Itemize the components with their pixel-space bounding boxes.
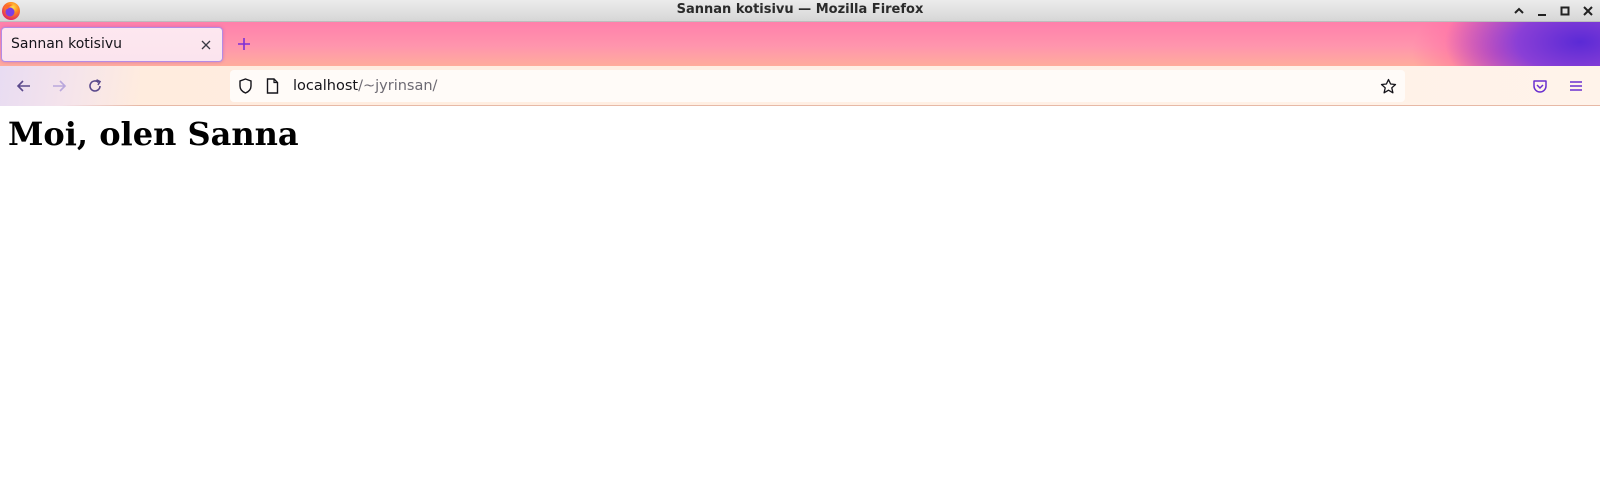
tab-sannan-kotisivu[interactable]: Sannan kotisivu (1, 27, 223, 62)
app-menu-button[interactable] (1565, 75, 1587, 97)
url-host: localhost (293, 78, 359, 94)
minimize-up-icon[interactable] (1510, 3, 1527, 20)
window-controls (1510, 0, 1596, 22)
back-button[interactable] (13, 75, 35, 97)
arrow-right-icon (53, 80, 67, 92)
page-heading: Moi, olen Sanna (8, 115, 299, 153)
minimize-icon[interactable] (1533, 3, 1550, 20)
maximize-icon[interactable] (1556, 3, 1573, 20)
plus-icon (238, 38, 250, 50)
tab-label: Sannan kotisivu (11, 36, 123, 52)
navigation-toolbar: localhost/~jyrinsan/ (0, 66, 1600, 106)
arrow-left-icon (16, 80, 30, 92)
url-text[interactable]: localhost/~jyrinsan/ (293, 70, 437, 102)
reload-icon (89, 79, 102, 92)
star-icon[interactable] (1379, 77, 1397, 95)
page-icon[interactable] (264, 78, 280, 94)
pocket-icon (1533, 80, 1547, 93)
window-title: Sannan kotisivu — Mozilla Firefox (676, 2, 924, 17)
hamburger-menu-icon (1570, 81, 1582, 91)
tab-close-icon[interactable] (198, 37, 214, 53)
close-icon[interactable] (1579, 3, 1596, 20)
forward-button[interactable] (48, 75, 70, 97)
url-path: /~jyrinsan/ (358, 78, 438, 94)
new-tab-button[interactable] (235, 35, 253, 53)
window-titlebar: Sannan kotisivu — Mozilla Firefox (0, 0, 1600, 22)
pocket-button[interactable] (1529, 75, 1551, 97)
url-bar[interactable]: localhost/~jyrinsan/ (230, 70, 1405, 102)
page-content: Moi, olen Sanna (0, 107, 1600, 481)
tab-strip: Sannan kotisivu (0, 22, 1600, 66)
reload-button[interactable] (84, 75, 106, 97)
shield-icon[interactable] (237, 78, 253, 94)
